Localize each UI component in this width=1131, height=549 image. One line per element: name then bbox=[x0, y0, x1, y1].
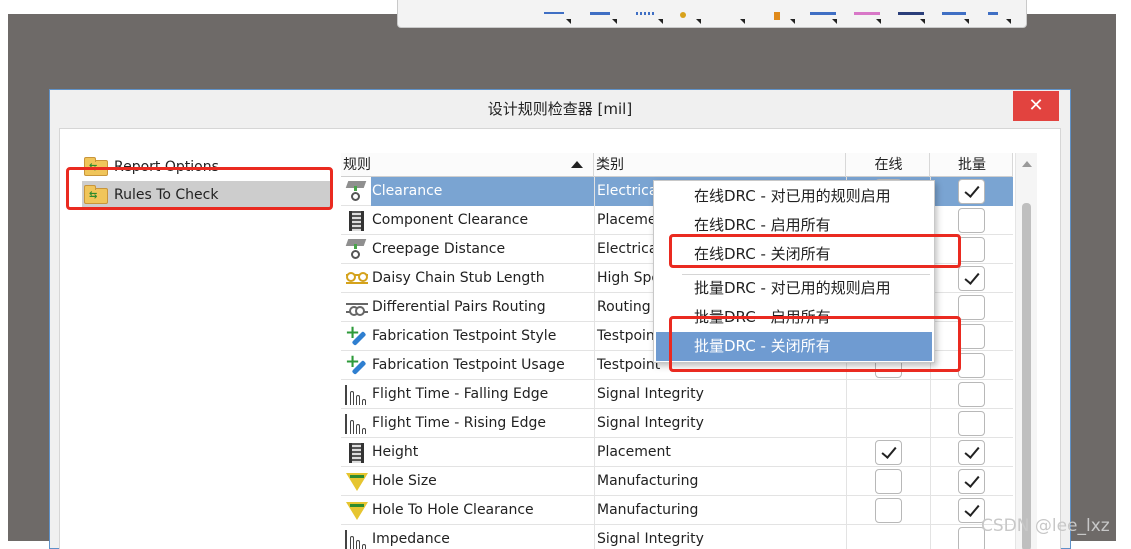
hole-icon bbox=[343, 467, 369, 496]
toolbar-button[interactable] bbox=[768, 8, 795, 24]
annotation-box-rules-to-check bbox=[66, 167, 333, 210]
table-row[interactable]: Impedance Signal Integrity bbox=[341, 525, 1013, 549]
batch-checkbox[interactable] bbox=[958, 440, 985, 465]
rule-name: Fabrication Testpoint Usage bbox=[372, 357, 565, 373]
batch-checkbox[interactable] bbox=[958, 179, 985, 204]
batch-cell bbox=[930, 409, 1013, 438]
toolbar-button[interactable] bbox=[590, 8, 617, 24]
online-cell bbox=[846, 496, 930, 525]
online-cell bbox=[846, 467, 930, 496]
scroll-thumb[interactable] bbox=[1022, 203, 1031, 549]
toolbar-button[interactable] bbox=[854, 8, 881, 24]
scroll-up-icon[interactable] bbox=[1022, 161, 1032, 167]
table-row[interactable]: Hole To Hole Clearance Manufacturing bbox=[341, 496, 1013, 525]
online-checkbox[interactable] bbox=[875, 469, 902, 494]
batch-cell bbox=[930, 206, 1013, 235]
rule-name: Height bbox=[372, 444, 419, 460]
toolbar-button[interactable] bbox=[636, 8, 663, 24]
online-checkbox[interactable] bbox=[875, 498, 902, 523]
rule-name: Clearance bbox=[371, 177, 594, 206]
batch-checkbox[interactable] bbox=[958, 324, 985, 349]
clearance-icon bbox=[343, 177, 369, 206]
menu-item-online-enable-used[interactable]: 在线DRC - 对已用的规则启用 bbox=[656, 182, 932, 211]
column-header-batch[interactable]: 批量 bbox=[930, 153, 1013, 177]
batch-cell bbox=[930, 467, 1013, 496]
grid-header: 规则 类别 在线 批量 bbox=[341, 153, 1013, 177]
rule-name: Differential Pairs Routing bbox=[372, 299, 546, 315]
signal-wave-icon bbox=[343, 380, 369, 409]
annotation-box-batch-disable bbox=[669, 316, 961, 372]
signal-wave-icon bbox=[343, 409, 369, 438]
batch-checkbox[interactable] bbox=[958, 266, 985, 291]
toolbar-button[interactable] bbox=[984, 8, 1011, 24]
rule-category: Manufacturing bbox=[594, 467, 846, 496]
daisy-chain-icon bbox=[343, 264, 369, 293]
hole-icon bbox=[343, 496, 369, 525]
online-cell bbox=[846, 438, 930, 467]
rule-name: Hole Size bbox=[372, 473, 437, 489]
rule-name: Fabrication Testpoint Style bbox=[372, 328, 557, 344]
column-header-rule[interactable]: 规则 bbox=[341, 153, 594, 177]
toolbar-button[interactable] bbox=[898, 8, 925, 24]
toolbar-button[interactable] bbox=[718, 8, 745, 24]
menu-item-batch-enable-used[interactable]: 批量DRC - 对已用的规则启用 bbox=[656, 274, 932, 303]
rule-category: Placement bbox=[594, 438, 846, 467]
column-header-category[interactable]: 类别 bbox=[594, 153, 846, 177]
toolbar-button[interactable] bbox=[810, 8, 837, 24]
rule-name: Component Clearance bbox=[372, 212, 529, 228]
signal-wave-icon bbox=[343, 525, 369, 549]
batch-cell bbox=[930, 380, 1013, 409]
rule-category: Signal Integrity bbox=[594, 380, 846, 409]
batch-checkbox[interactable] bbox=[958, 237, 985, 262]
batch-cell bbox=[930, 438, 1013, 467]
toolbar-button[interactable] bbox=[544, 8, 571, 24]
rule-category: Signal Integrity bbox=[594, 409, 846, 438]
online-cell bbox=[846, 380, 930, 409]
clearance-icon bbox=[343, 235, 369, 264]
online-cell bbox=[846, 525, 930, 549]
rule-name: Impedance bbox=[372, 531, 450, 547]
rule-name: Flight Time - Rising Edge bbox=[372, 415, 546, 431]
batch-checkbox[interactable] bbox=[958, 469, 985, 494]
toolbar-button[interactable] bbox=[942, 8, 969, 24]
rule-name: Creepage Distance bbox=[372, 241, 506, 257]
table-row[interactable]: Height Placement bbox=[341, 438, 1013, 467]
batch-cell bbox=[930, 177, 1013, 206]
toolbar bbox=[397, 0, 1027, 28]
diff-pair-icon bbox=[343, 293, 369, 322]
column-header-online[interactable]: 在线 bbox=[846, 153, 930, 177]
rule-category: Manufacturing bbox=[594, 496, 846, 525]
component-icon bbox=[343, 438, 369, 467]
table-row[interactable]: Hole Size Manufacturing bbox=[341, 467, 1013, 496]
rule-name: Hole To Hole Clearance bbox=[372, 502, 534, 518]
rule-name: Flight Time - Falling Edge bbox=[372, 386, 549, 402]
testpoint-icon: + bbox=[343, 351, 369, 380]
batch-checkbox[interactable] bbox=[958, 353, 985, 378]
batch-cell bbox=[930, 264, 1013, 293]
table-row[interactable]: Flight Time - Rising Edge Signal Integrit… bbox=[341, 409, 1013, 438]
watermark: CSDN @lee_lxz bbox=[981, 516, 1110, 536]
batch-checkbox[interactable] bbox=[958, 208, 985, 233]
online-checkbox[interactable] bbox=[875, 440, 902, 465]
table-row[interactable]: Flight Time - Falling Edge Signal Integri… bbox=[341, 380, 1013, 409]
toolbar-button[interactable] bbox=[674, 8, 701, 24]
sort-ascending-icon bbox=[571, 161, 583, 168]
rule-category: Signal Integrity bbox=[594, 525, 846, 549]
annotation-box-online-disable bbox=[669, 234, 961, 268]
close-button[interactable]: ✕ bbox=[1013, 91, 1059, 121]
testpoint-icon: + bbox=[343, 322, 369, 351]
dialog-title: 设计规则检查器 [mil] bbox=[487, 100, 633, 118]
component-icon bbox=[343, 206, 369, 235]
rule-name: Daisy Chain Stub Length bbox=[372, 270, 545, 286]
vertical-scrollbar[interactable] bbox=[1015, 153, 1037, 549]
online-cell bbox=[846, 409, 930, 438]
batch-checkbox[interactable] bbox=[958, 382, 985, 407]
batch-checkbox[interactable] bbox=[958, 411, 985, 436]
batch-checkbox[interactable] bbox=[958, 295, 985, 320]
